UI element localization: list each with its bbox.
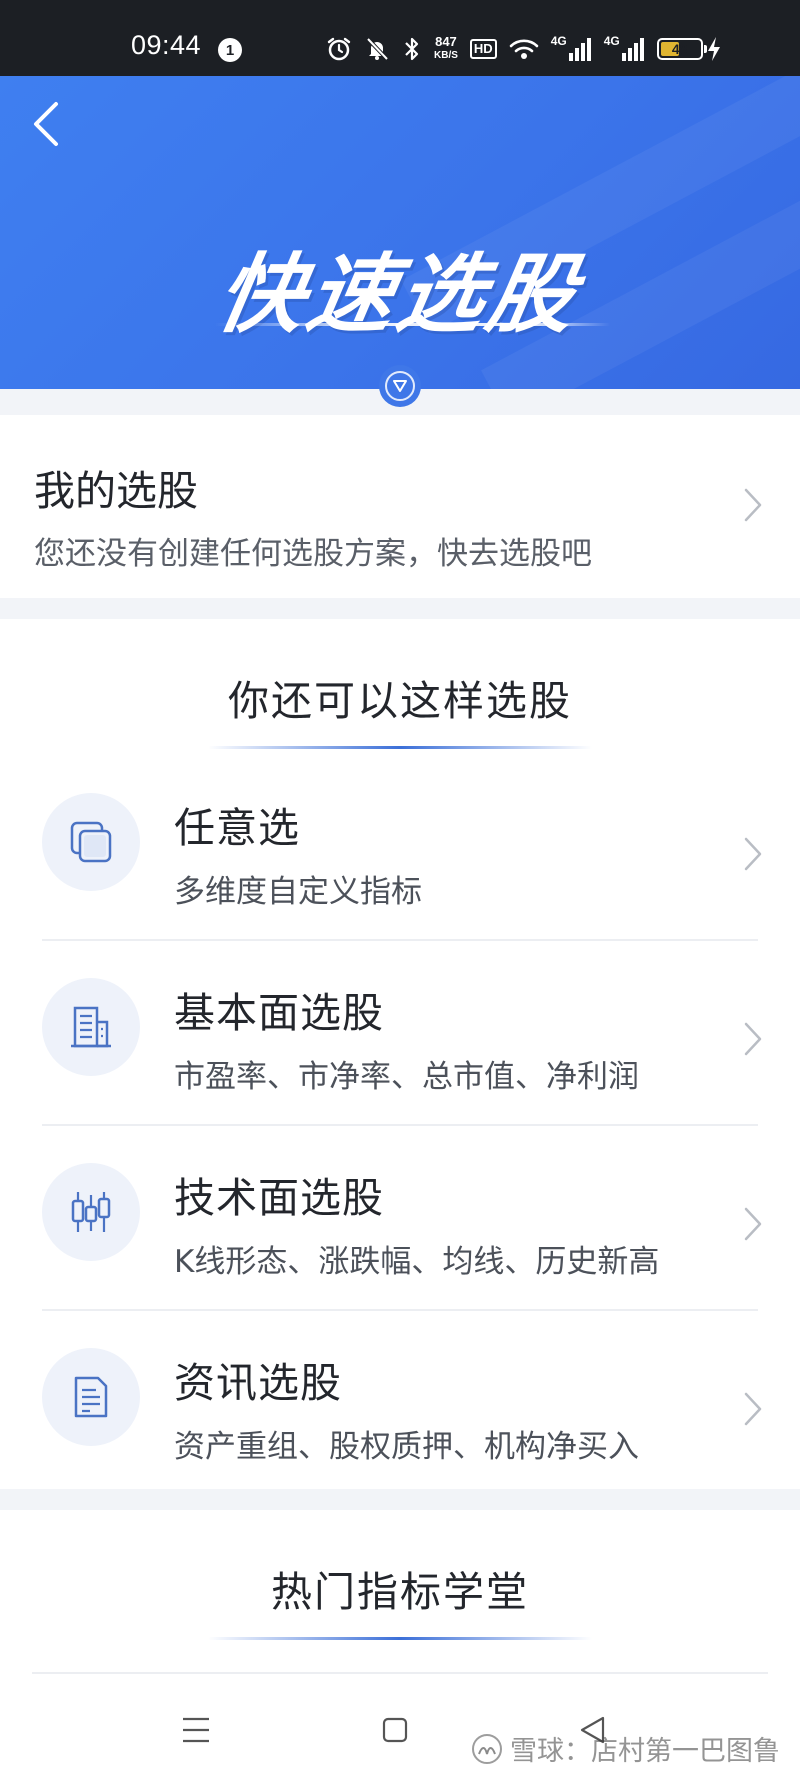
triangle-down-icon bbox=[385, 371, 415, 401]
my-stocks-card[interactable]: 我的选股 您还没有创建任何选股方案，快去选股吧 bbox=[0, 415, 800, 598]
snowball-logo-icon bbox=[472, 1733, 502, 1764]
banner-title-underline bbox=[215, 323, 610, 326]
section-divider bbox=[208, 746, 592, 749]
section-divider bbox=[208, 1637, 592, 1640]
section-heading: 你还可以这样选股 bbox=[228, 677, 572, 725]
chevron-left-icon bbox=[34, 102, 58, 146]
status-icons: 847 KB/S HD 4G 4G 48 bbox=[326, 34, 733, 64]
method-item-news[interactable]: 资讯选股 资产重组、股权质押、机构净买入 bbox=[0, 1311, 800, 1496]
expand-handle[interactable] bbox=[379, 365, 421, 407]
bluetooth-icon bbox=[402, 36, 422, 62]
banner-title: 快速选股 bbox=[209, 245, 588, 345]
hot-indicators-card: 热门指标学堂 bbox=[0, 1510, 800, 1680]
home-button[interactable] bbox=[375, 1710, 415, 1750]
method-title: 任意选 bbox=[174, 804, 300, 852]
candlestick-icon bbox=[42, 1163, 140, 1261]
my-stocks-title: 我的选股 bbox=[34, 467, 198, 515]
alarm-icon bbox=[326, 36, 352, 62]
alternative-methods-card: 你还可以这样选股 任意选 多维度自定义指标 基本面选股 市盈率、市净率、总市值、… bbox=[0, 619, 800, 1489]
method-description: 多维度自定义指标 bbox=[174, 874, 422, 910]
chevron-right-icon bbox=[744, 1392, 762, 1426]
battery-indicator: 48 bbox=[656, 38, 707, 60]
method-title: 资讯选股 bbox=[174, 1359, 342, 1407]
method-item-fundamental[interactable]: 基本面选股 市盈率、市净率、总市值、净利润 bbox=[0, 941, 800, 1126]
back-button[interactable] bbox=[24, 98, 68, 150]
method-description: 资产重组、股权质押、机构净买入 bbox=[174, 1429, 639, 1465]
square-icon bbox=[382, 1717, 408, 1743]
signal-2-label: 4G bbox=[603, 34, 620, 48]
charging-icon bbox=[707, 36, 721, 62]
signal-1-icon bbox=[568, 37, 592, 61]
signal-2-icon bbox=[621, 37, 645, 61]
mute-bell-icon bbox=[364, 36, 390, 62]
layers-icon bbox=[42, 793, 140, 891]
net-speed: 847 KB/S bbox=[434, 34, 458, 62]
chevron-right-icon bbox=[744, 837, 762, 871]
signal-1-label: 4G bbox=[550, 34, 567, 48]
status-bar: 09:44 1 847 KB/S HD 4G 4G 48 bbox=[0, 0, 800, 76]
menu-button[interactable] bbox=[176, 1710, 216, 1750]
notification-badge: 1 bbox=[218, 38, 242, 62]
method-title: 基本面选股 bbox=[174, 989, 384, 1037]
chevron-right-icon bbox=[744, 1207, 762, 1241]
net-speed-value: 847 bbox=[435, 34, 457, 49]
document-icon bbox=[42, 1348, 140, 1446]
row-divider bbox=[32, 1672, 768, 1674]
banner: 快速选股 bbox=[0, 76, 800, 389]
chevron-right-icon bbox=[744, 488, 762, 522]
battery-level: 48 bbox=[671, 41, 688, 57]
method-item-custom[interactable]: 任意选 多维度自定义指标 bbox=[0, 756, 800, 941]
method-title: 技术面选股 bbox=[174, 1174, 384, 1222]
my-stocks-subtitle: 您还没有创建任何选股方案，快去选股吧 bbox=[34, 536, 592, 572]
system-nav-bar: 雪球：店村第一巴图鲁 bbox=[0, 1680, 800, 1778]
method-item-technical[interactable]: 技术面选股 K线形态、涨跌幅、均线、历史新高 bbox=[0, 1126, 800, 1311]
watermark-text: 雪球：店村第一巴图鲁 bbox=[510, 1736, 780, 1767]
status-time: 09:44 bbox=[131, 30, 202, 60]
method-description: K线形态、涨跌幅、均线、历史新高 bbox=[174, 1244, 660, 1280]
section-heading: 热门指标学堂 bbox=[271, 1568, 529, 1616]
wifi-icon bbox=[509, 37, 539, 61]
chevron-right-icon bbox=[744, 1022, 762, 1056]
method-description: 市盈率、市净率、总市值、净利润 bbox=[174, 1059, 639, 1095]
menu-icon bbox=[183, 1717, 209, 1743]
watermark: 雪球：店村第一巴图鲁 bbox=[472, 1729, 780, 1768]
hd-badge: HD bbox=[469, 39, 497, 59]
building-icon bbox=[42, 978, 140, 1076]
net-speed-unit: KB/S bbox=[434, 50, 458, 61]
